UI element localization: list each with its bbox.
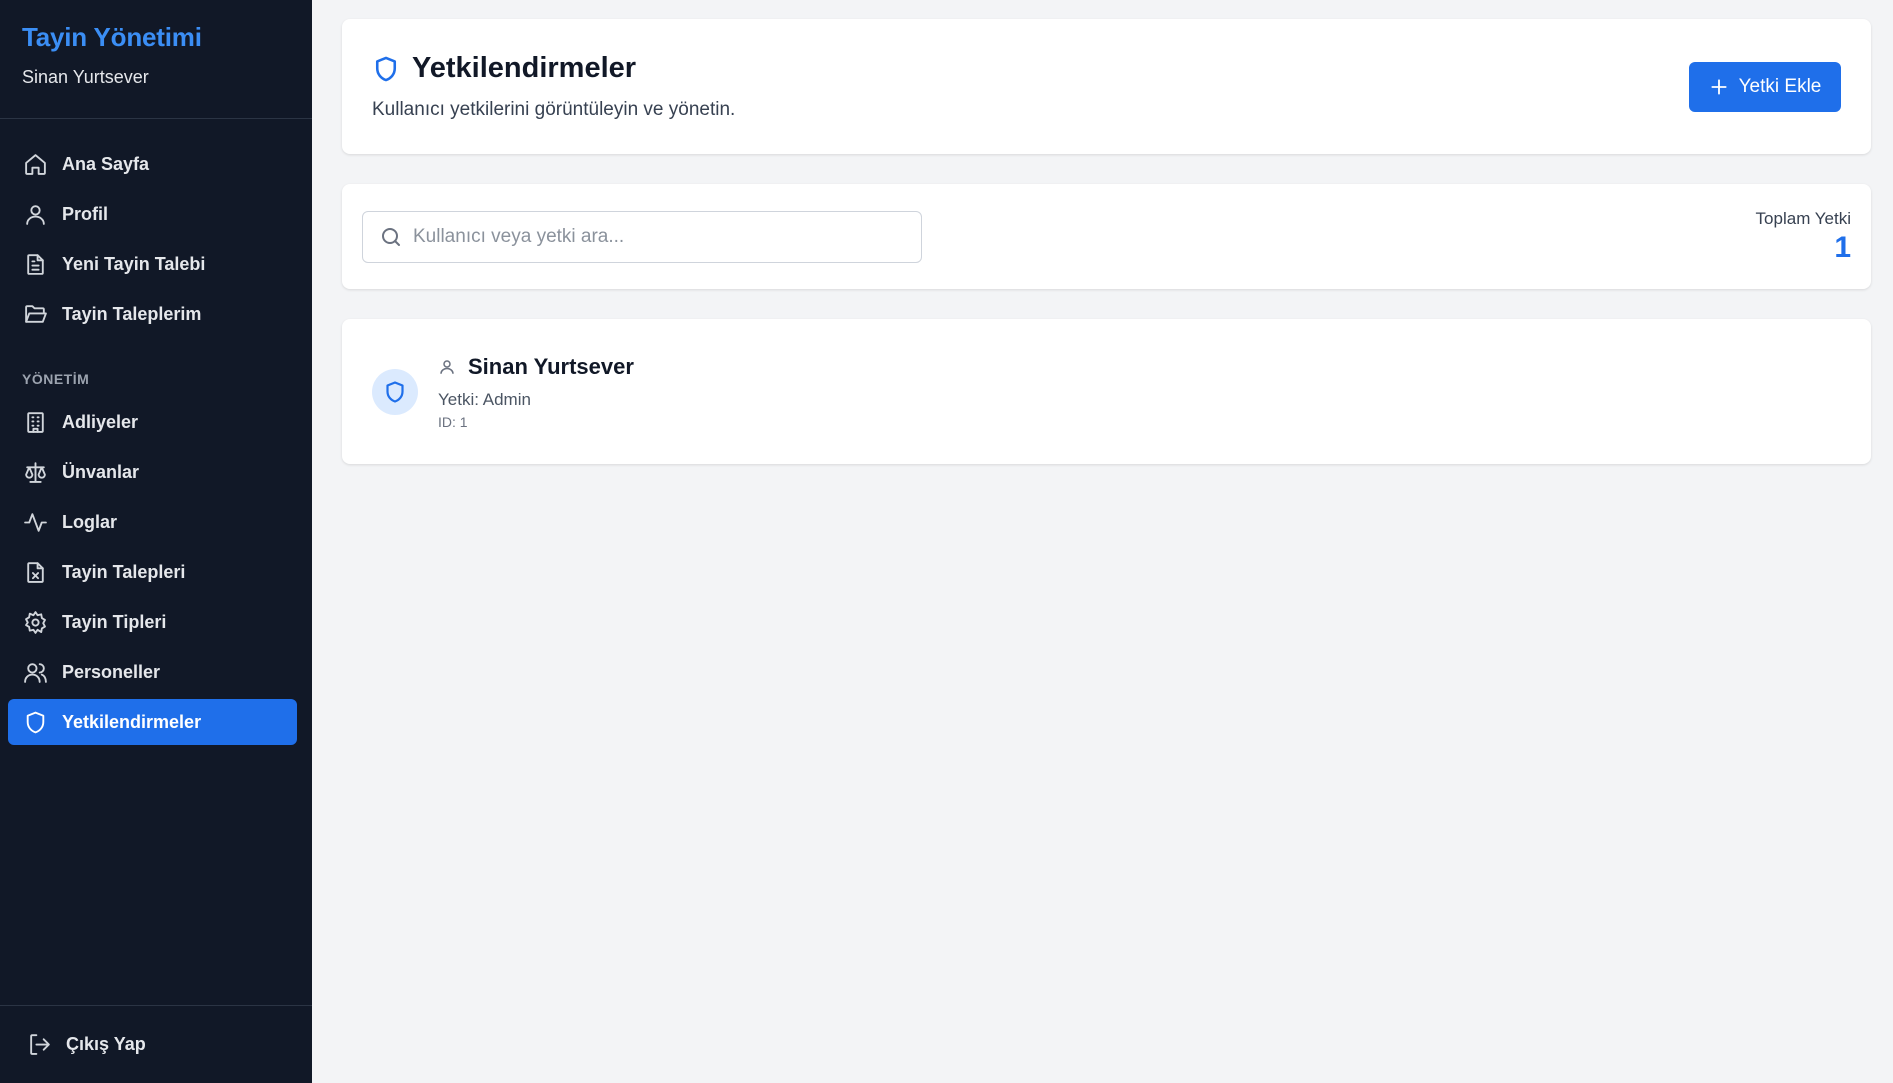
sidebar: Tayin Yönetimi Sinan Yurtsever Ana Sayfa… (0, 0, 312, 1083)
sidebar-item-tayin-talepleri[interactable]: Tayin Talepleri (8, 549, 297, 595)
page-subtitle: Kullanıcı yetkilerini görüntüleyin ve yö… (372, 99, 736, 120)
page-header-card: Yetkilendirmeler Kullanıcı yetkilerini g… (342, 19, 1871, 154)
plus-icon (1711, 78, 1727, 95)
shield-icon (386, 380, 404, 403)
home-icon (22, 151, 48, 177)
logout-icon (26, 1032, 52, 1058)
sidebar-item-label: Tayin Talepleri (62, 561, 186, 582)
page-header-text: Yetkilendirmeler Kullanıcı yetkilerini g… (372, 52, 735, 121)
add-permission-label: Yetki Ekle (1738, 75, 1822, 97)
total-permissions-value: 1 (1834, 230, 1851, 264)
users-icon (22, 659, 48, 685)
search-card: Toplam Yetki 1 (342, 184, 1871, 289)
sidebar-item-profil[interactable]: Profil (8, 191, 297, 237)
permission-details: Sinan Yurtsever Yetki: Admin ID: 1 (438, 354, 634, 430)
sidebar-item-label: Tayin Taleplerim (62, 303, 202, 324)
sidebar-item-label: Ünvanlar (62, 461, 140, 482)
sidebar-item-personeller[interactable]: Personeller (8, 649, 297, 695)
total-permissions-label: Toplam Yetki (1755, 208, 1851, 228)
page-title: Yetkilendirmeler (412, 52, 637, 84)
sidebar-item-label: Tayin Tipleri (62, 611, 167, 632)
sidebar-item-ana-sayfa[interactable]: Ana Sayfa (8, 141, 297, 187)
building-icon (22, 409, 48, 435)
user-icon (22, 201, 48, 227)
file-x-icon (22, 559, 48, 585)
scale-icon (22, 459, 48, 485)
permission-avatar (372, 368, 418, 415)
sidebar-item-label: Personeller (62, 661, 161, 682)
add-permission-button[interactable]: Yetki Ekle (1689, 61, 1841, 112)
current-user-name: Sinan Yurtsever (22, 67, 149, 87)
document-icon (22, 251, 48, 277)
sidebar-item-label: Yeni Tayin Talebi (62, 253, 206, 274)
app-title[interactable]: Tayin Yönetimi (22, 22, 290, 53)
permission-user-name: Sinan Yurtsever (468, 353, 634, 379)
sidebar-item-yeni-tayin-talebi[interactable]: Yeni Tayin Talebi (8, 241, 297, 287)
shield-icon (375, 56, 397, 81)
search-icon (382, 227, 400, 246)
sidebar-item-label: Ana Sayfa (62, 153, 150, 174)
sidebar-item-tayin-taleplerim[interactable]: Tayin Taleplerim (8, 291, 297, 337)
section-label-yonetim: YÖNETİM (22, 371, 90, 387)
gear-icon (22, 609, 48, 635)
sidebar-item-label: Yetkilendirmeler (62, 711, 202, 732)
sidebar-nav: Ana Sayfa Profil Yeni Tayin Talebi Tayin… (0, 119, 312, 1005)
sidebar-item-label: Adliyeler (62, 411, 139, 432)
sidebar-item-tayin-tipleri[interactable]: Tayin Tipleri (8, 599, 297, 645)
permission-user-row: Sinan Yurtsever (438, 354, 634, 380)
logout-label: Çıkış Yap (66, 1034, 146, 1054)
search-box[interactable] (362, 210, 922, 263)
sidebar-item-adliyeler[interactable]: Adliyeler (8, 399, 297, 445)
sidebar-footer: Çıkış Yap (0, 1005, 312, 1083)
app-root: Tayin Yönetimi Sinan Yurtsever Ana Sayfa… (0, 0, 1893, 1083)
sidebar-item-unvanlar[interactable]: Ünvanlar (8, 449, 297, 495)
user-icon (440, 359, 454, 374)
permission-list-item[interactable]: Sinan Yurtsever Yetki: Admin ID: 1 (342, 319, 1871, 464)
search-input[interactable] (413, 225, 893, 248)
activity-icon (22, 509, 48, 535)
permission-id: ID: 1 (438, 413, 468, 430)
sidebar-item-label: Profil (62, 203, 109, 224)
total-permissions-stat: Toplam Yetki 1 (1756, 209, 1851, 265)
brand: Tayin Yönetimi Sinan Yurtsever (0, 0, 312, 119)
logout-button[interactable]: Çıkış Yap (12, 1022, 212, 1068)
shield-icon (22, 709, 48, 735)
folder-open-icon (22, 301, 48, 327)
sidebar-item-label: Loglar (62, 511, 118, 532)
permission-role: Yetki: Admin (438, 389, 531, 409)
sidebar-item-yetkilendirmeler[interactable]: Yetkilendirmeler (8, 699, 297, 745)
title-row: Yetkilendirmeler (372, 52, 735, 85)
sidebar-item-loglar[interactable]: Loglar (8, 499, 297, 545)
main-content: Yetkilendirmeler Kullanıcı yetkilerini g… (312, 0, 1893, 1083)
